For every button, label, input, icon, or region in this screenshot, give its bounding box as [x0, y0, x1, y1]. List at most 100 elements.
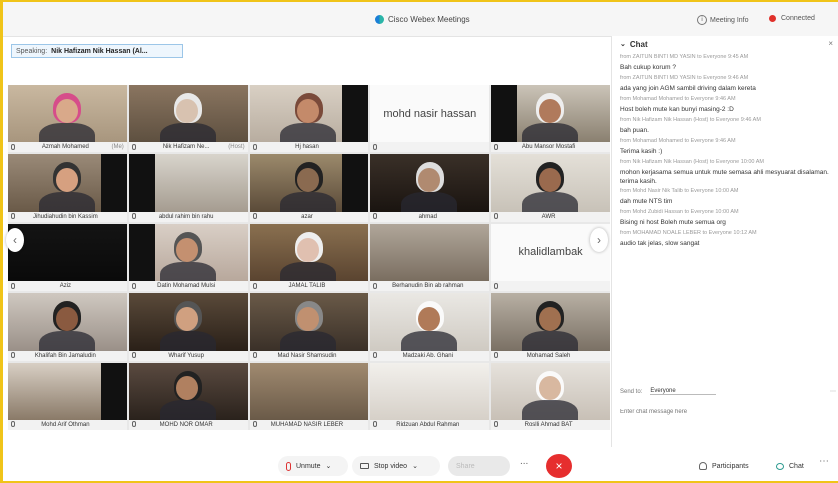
letterbox-bar — [128, 154, 155, 212]
participant-tile[interactable]: MOHD NOR OMAR — [128, 362, 248, 430]
chat-message-text: ada yang join AGM sambil driving dalam k… — [620, 85, 756, 92]
chat-bubble-icon — [776, 462, 784, 470]
chat-label: Chat — [789, 462, 804, 470]
participant-name-bar: Nik Hafizam Ne... (Host) — [128, 142, 248, 153]
meeting-info-button[interactable]: i Meeting Info — [697, 15, 749, 25]
participant-role: (Host) — [228, 144, 245, 151]
participant-tile[interactable]: abdul rahim bin rahu — [128, 154, 248, 222]
participant-video — [128, 362, 248, 430]
participant-tile[interactable]: azar — [249, 154, 369, 222]
participant-display-name: mohd nasir hassan — [383, 107, 477, 120]
participants-label: Participants — [712, 462, 749, 470]
send-to-label: Send to: — [620, 388, 643, 395]
participant-tile[interactable]: Khalifah Bin Jamaludin — [8, 293, 127, 361]
participant-name: Nik Hafizam Ne... — [162, 144, 210, 151]
chat-title: Chat — [629, 39, 648, 49]
participant-tile[interactable]: Abu Mansor Mostafi — [491, 85, 610, 153]
chat-input[interactable] — [620, 406, 830, 418]
participant-name-bar: MUHAMAD NASIR LEBER — [249, 420, 369, 430]
microphone-icon — [373, 143, 378, 150]
participant-name-bar: Aziz — [8, 281, 127, 292]
microphone-icon — [373, 213, 378, 220]
participant-tile[interactable]: Berhanudin Bin ab rahman — [370, 223, 490, 292]
letterbox-bar — [100, 362, 127, 420]
meeting-controls: Unmute ⌄ Stop video ⌄ Share ... × Partic… — [3, 447, 838, 481]
chat-message: from Mohamad Mohamed to Everyone 9:46 AM… — [620, 136, 831, 157]
microphone-icon — [252, 213, 257, 220]
participant-tile[interactable]: ahmad — [370, 154, 490, 222]
participant-name: Wharif Yusup — [168, 352, 204, 359]
more-options-icon[interactable]: ⋯ — [830, 388, 836, 395]
unmute-button[interactable]: Unmute ⌄ — [278, 456, 348, 476]
participant-tile[interactable]: Madzaki Ab. Ghani — [370, 293, 490, 361]
participant-name-bar: Mohamad Saleh — [491, 350, 610, 361]
letterbox-bar — [342, 85, 369, 143]
participant-tile[interactable]: Hj hasan — [249, 85, 369, 153]
overflow-menu-icon[interactable]: ⋯ — [819, 456, 829, 467]
participant-name-bar: Mohd Arif Othman — [8, 420, 127, 430]
chevron-down-icon[interactable]: ⌄ — [326, 462, 332, 470]
participant-tile[interactable]: AWR — [491, 154, 610, 222]
chat-button[interactable]: Chat — [768, 456, 814, 476]
participant-name-bar: Azmah Mohamed (Me) — [8, 142, 127, 153]
participant-tile[interactable]: Mohamad Saleh — [491, 293, 610, 361]
chat-message-text: Bising ni host Boleh mute semua org — [620, 219, 726, 226]
more-button[interactable]: ... — [520, 456, 528, 467]
speaking-name: Nik Hafizam Nik Hassan (Al... — [51, 47, 148, 55]
participant-tile[interactable]: Mad Nasir Shamsudin — [249, 293, 369, 361]
microphone-icon — [252, 143, 257, 150]
participant-tile[interactable]: Nik Hafizam Ne... (Host) — [128, 85, 248, 153]
participant-video — [370, 154, 490, 222]
participant-name-bar: Wharif Yusup — [128, 350, 248, 361]
close-icon[interactable]: × — [828, 39, 833, 48]
participant-tile[interactable]: Azmah Mohamed (Me) — [8, 85, 127, 153]
chevron-down-icon[interactable]: ⌄ — [620, 40, 626, 48]
chevron-down-icon[interactable]: ⌄ — [412, 462, 418, 470]
participant-name-bar — [370, 142, 490, 153]
participant-video — [249, 223, 369, 292]
participant-tile[interactable]: mohd nasir hassan — [370, 85, 490, 153]
chat-message-sender: from MOHAMAD NOALE LEBER to Everyone 10:… — [620, 230, 757, 236]
participant-video — [370, 362, 490, 420]
chat-message-sender: from Mohamad Mohamed to Everyone 9:46 AM — [620, 96, 736, 102]
microphone-icon — [373, 352, 378, 359]
participant-name-bar: Datin Mohamad Mulsi — [128, 281, 248, 292]
connection-status[interactable]: Connected — [769, 15, 815, 22]
share-button[interactable]: Share — [448, 456, 510, 476]
meeting-info-label: Meeting Info — [710, 16, 749, 24]
chevron-left-icon: ‹ — [13, 233, 17, 247]
participant-tile[interactable]: JAMAL TALIB — [249, 223, 369, 292]
participants-button[interactable]: Participants — [691, 456, 763, 476]
participant-name: Hj hasan — [295, 144, 319, 151]
microphone-icon — [131, 143, 136, 150]
send-to-select[interactable]: Everyone — [650, 388, 716, 395]
participant-video — [128, 85, 248, 153]
participant-tile[interactable]: Datin Mohamad Mulsi — [128, 223, 248, 292]
leave-meeting-button[interactable]: × — [546, 454, 572, 478]
stop-video-button[interactable]: Stop video ⌄ — [352, 456, 440, 476]
grid-next-button[interactable]: › — [590, 228, 608, 252]
microphone-muted-icon — [286, 461, 291, 471]
participant-name-bar: azar — [249, 211, 369, 222]
grid-prev-button[interactable]: ‹ — [6, 228, 24, 252]
participant-tile[interactable]: Wharif Yusup — [128, 293, 248, 361]
info-icon: i — [697, 15, 707, 25]
participant-tile[interactable]: Mohd Arif Othman — [8, 362, 127, 430]
participant-face — [417, 306, 440, 331]
chat-message-sender: from Mohd Zubidi Hassan to Everyone 10:0… — [620, 209, 739, 215]
participant-face — [538, 168, 561, 193]
participant-tile[interactable]: MUHAMAD NASIR LEBER — [249, 362, 369, 430]
microphone-icon — [494, 352, 499, 359]
participant-tile[interactable]: Ridzuan Abdul Rahman — [370, 362, 490, 430]
microphone-icon — [373, 421, 378, 428]
participant-tile[interactable]: Roslli Ahmad BAT — [491, 362, 610, 430]
participant-tile[interactable]: Aziz — [8, 223, 127, 292]
participant-video — [8, 85, 127, 153]
participant-name: Azmah Mohamed — [41, 144, 89, 151]
participant-tile[interactable]: Jihudiahudin bin Kassim — [8, 154, 127, 222]
participant-name-bar: Mad Nasir Shamsudin — [249, 350, 369, 361]
send-to-row: Send to: Everyone ⋯ — [620, 388, 836, 395]
chat-message: from MOHAMAD NOALE LEBER to Everyone 10:… — [620, 228, 831, 249]
chat-header[interactable]: ⌄ Chat × — [612, 36, 838, 52]
participant-name: Mohd Arif Othman — [41, 422, 90, 428]
